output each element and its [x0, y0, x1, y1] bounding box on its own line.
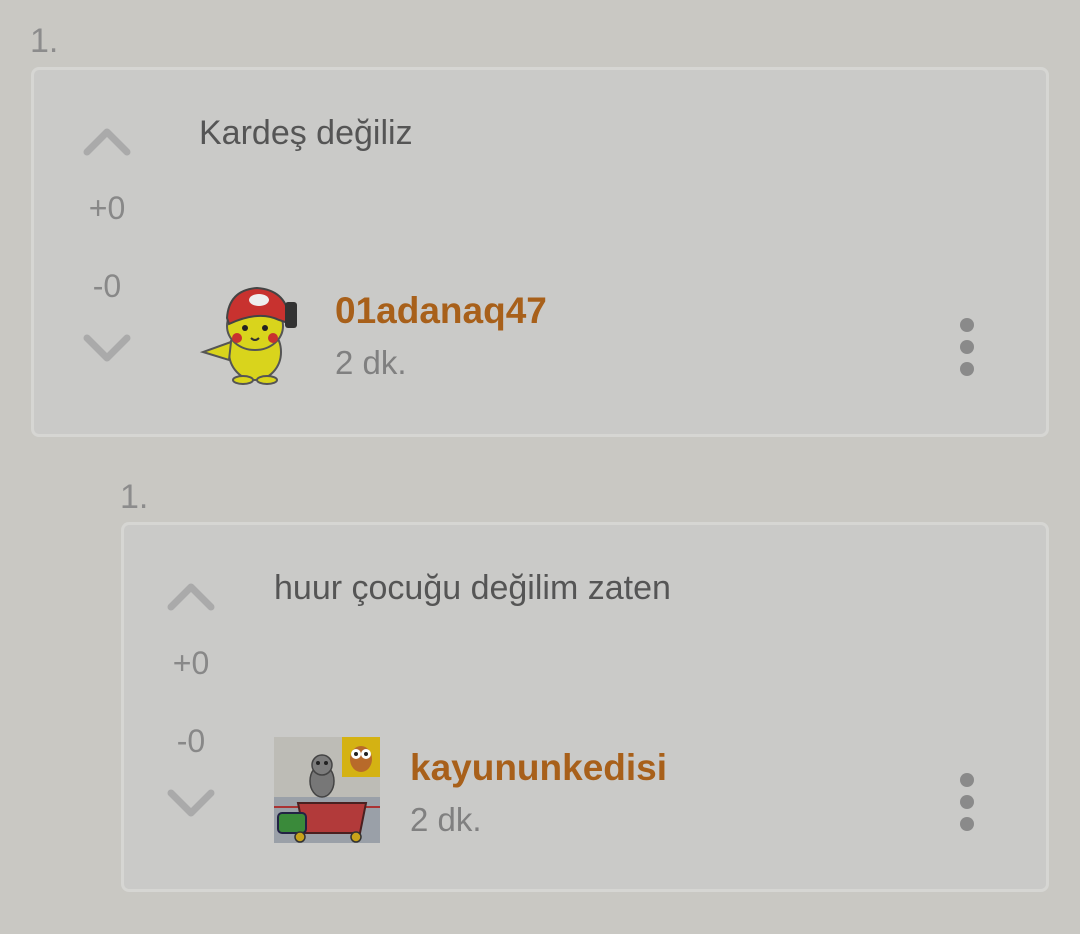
user-avatar[interactable]	[199, 280, 305, 386]
upvote-button[interactable]	[166, 577, 216, 613]
reply-card: +0 -0 huur çocuğu değilim zaten kayununk…	[121, 522, 1049, 892]
comment-index: 1.	[120, 478, 149, 516]
user-avatar[interactable]	[274, 737, 380, 843]
chevron-down-icon	[83, 334, 131, 362]
upvote-count: +0	[88, 190, 126, 226]
dot-icon	[960, 362, 974, 376]
comment-text: Kardeş değiliz	[199, 114, 413, 152]
comment-time: 2 dk.	[410, 801, 482, 838]
dot-icon	[960, 773, 974, 787]
vote-column: +0 -0	[156, 525, 226, 895]
downvote-button[interactable]	[166, 787, 216, 823]
vote-column: +0 -0	[72, 70, 142, 440]
cat-in-cart-avatar-icon	[274, 737, 380, 843]
chevron-up-icon	[83, 128, 131, 156]
comment-thread: 1. +0 -0 Kardeş değiliz 01adanaq47 2 dk.…	[0, 0, 1080, 934]
dot-icon	[960, 817, 974, 831]
more-options-button[interactable]	[955, 773, 979, 837]
more-options-button[interactable]	[955, 318, 979, 382]
username-link[interactable]: 01adanaq47	[335, 290, 547, 332]
upvote-count: +0	[172, 645, 210, 681]
comment-time: 2 dk.	[335, 344, 407, 381]
dot-icon	[960, 795, 974, 809]
comment-index: 1.	[30, 22, 59, 60]
chevron-down-icon	[167, 789, 215, 817]
comment-text: huur çocuğu değilim zaten	[274, 569, 671, 607]
dot-icon	[960, 318, 974, 332]
downvote-count: -0	[176, 723, 206, 759]
chevron-up-icon	[167, 583, 215, 611]
pikachu-avatar-icon	[199, 286, 297, 385]
dot-icon	[960, 340, 974, 354]
username-link[interactable]: kayununkedisi	[410, 747, 667, 789]
downvote-button[interactable]	[82, 332, 132, 368]
owl-badge-icon	[342, 737, 380, 777]
downvote-count: -0	[92, 268, 122, 304]
upvote-button[interactable]	[82, 122, 132, 158]
comment-card: +0 -0 Kardeş değiliz 01adanaq47 2 dk.	[31, 67, 1049, 437]
